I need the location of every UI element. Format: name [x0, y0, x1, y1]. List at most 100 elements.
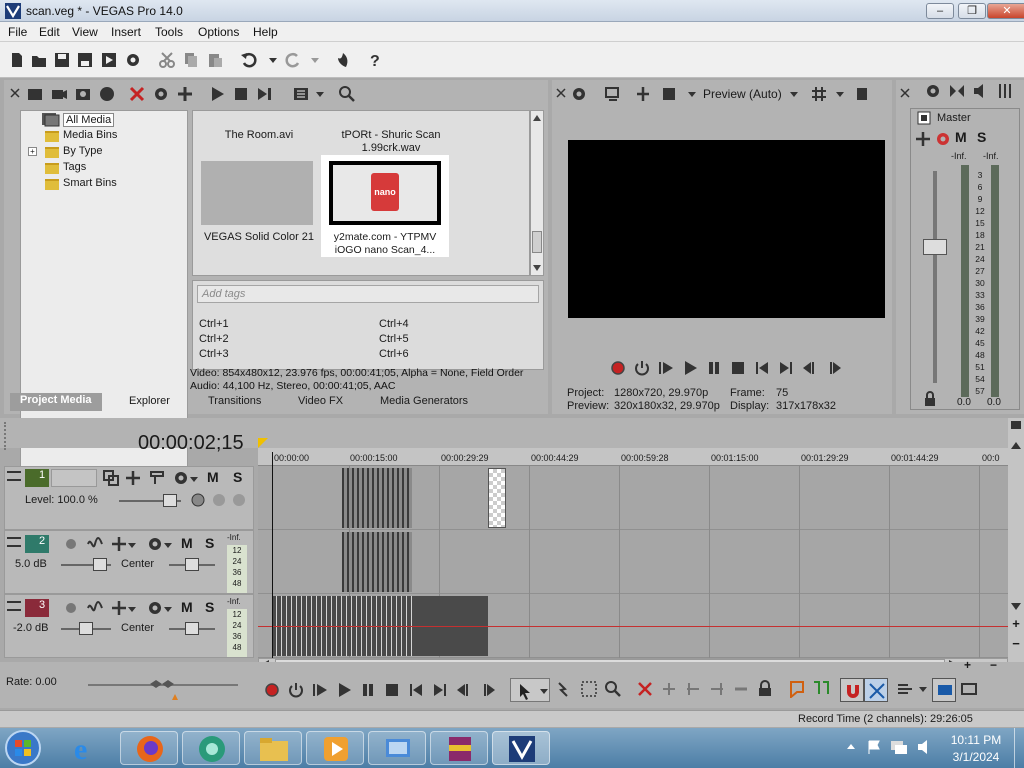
- overlays-grid-icon[interactable]: [810, 85, 828, 103]
- search-icon[interactable]: [338, 85, 356, 103]
- menu-file[interactable]: File: [8, 25, 27, 39]
- preview-properties-gear-icon[interactable]: [570, 85, 588, 103]
- tree-expand-toggle[interactable]: +: [28, 147, 37, 156]
- tab-explorer[interactable]: Explorer: [129, 395, 170, 407]
- taskbar-explorer[interactable]: [244, 731, 302, 765]
- views-dropdown-icon[interactable]: [314, 85, 326, 103]
- track-drag-handle-icon[interactable]: [7, 601, 21, 611]
- remove-media-icon[interactable]: [128, 85, 146, 103]
- zoom-out-vertical-icon[interactable]: −: [1009, 636, 1023, 651]
- tree-item-media-bins[interactable]: Media Bins: [63, 129, 117, 141]
- menu-tools[interactable]: Tools: [155, 25, 183, 39]
- undo-dropdown-icon[interactable]: [264, 51, 282, 69]
- loop-playback-icon[interactable]: [634, 360, 650, 376]
- tab-media-generators[interactable]: Media Generators: [380, 395, 468, 407]
- track-drag-handle-icon[interactable]: [7, 471, 21, 481]
- enable-snapping-icon[interactable]: [334, 51, 352, 69]
- paste-icon[interactable]: [206, 51, 224, 69]
- zoom-in-horizontal-icon[interactable]: +: [964, 658, 978, 672]
- taskbar-app-2[interactable]: [182, 731, 240, 765]
- selected-media-item[interactable]: nano y2mate.com - YTPMV iOGO nano Scan_4…: [321, 155, 449, 257]
- pause-icon[interactable]: [706, 360, 722, 376]
- zoom-tool-icon[interactable]: [604, 680, 622, 698]
- solid-color-thumbnail[interactable]: [201, 161, 313, 225]
- master-mute-button[interactable]: M: [955, 129, 967, 145]
- menu-help[interactable]: Help: [253, 25, 278, 39]
- previous-frame-icon[interactable]: [456, 682, 472, 698]
- import-media-icon[interactable]: [26, 85, 44, 103]
- play-from-start-icon[interactable]: [312, 682, 328, 698]
- go-to-end-icon[interactable]: [432, 682, 448, 698]
- go-to-start-icon[interactable]: [408, 682, 424, 698]
- timecode-display[interactable]: 00:00:02;15: [138, 432, 244, 455]
- loop-playback-icon[interactable]: [288, 682, 304, 698]
- invert-phase-icon[interactable]: [87, 536, 103, 552]
- track-3-header[interactable]: 3 M S -Inf. 12 24 36 48 -2.0 dB Center: [4, 594, 254, 658]
- panel-close-icon[interactable]: [10, 88, 20, 98]
- track-2-solo-button[interactable]: S: [205, 535, 214, 551]
- master-solo-button[interactable]: S: [977, 129, 986, 145]
- lock-icon[interactable]: [756, 680, 774, 698]
- taskbar-winrar[interactable]: [430, 731, 488, 765]
- action-center-flag-icon[interactable]: [866, 739, 882, 755]
- play-icon[interactable]: [682, 360, 698, 376]
- stop-icon[interactable]: [730, 360, 746, 376]
- ignore-event-grouping-icon[interactable]: [960, 680, 978, 698]
- quality-dropdown-icon[interactable]: [788, 85, 800, 103]
- whats-this-help-icon[interactable]: ?: [366, 51, 384, 69]
- invert-phase-icon[interactable]: [87, 600, 103, 616]
- split-screen-icon[interactable]: [634, 85, 652, 103]
- media-grid-scrollbar[interactable]: [530, 110, 544, 276]
- preview-screen[interactable]: [568, 140, 885, 318]
- transparent-clip[interactable]: [488, 468, 506, 528]
- trim-start-icon[interactable]: [684, 680, 702, 698]
- go-to-start-icon[interactable]: [754, 360, 770, 376]
- tab-project-media[interactable]: Project Media: [10, 393, 102, 411]
- cut-icon[interactable]: [158, 51, 176, 69]
- previous-frame-icon[interactable]: [802, 360, 818, 376]
- insert-region-icon[interactable]: [812, 680, 830, 698]
- ripple-edit-icon[interactable]: [896, 680, 914, 698]
- media-item-name[interactable]: VEGAS Solid Color 21: [199, 231, 319, 243]
- snapping-toggle[interactable]: [840, 678, 864, 702]
- show-hidden-icons-chevron-icon[interactable]: [846, 742, 856, 752]
- internet-explorer-icon[interactable]: e: [68, 732, 102, 764]
- redo-icon[interactable]: [284, 51, 302, 69]
- copy-icon[interactable]: [182, 51, 200, 69]
- playhead-cursor[interactable]: [272, 452, 273, 660]
- tree-item-all-media[interactable]: All Media: [63, 113, 115, 127]
- selection-tool-icon[interactable]: [580, 680, 598, 698]
- gear-dropdown-icon[interactable]: [163, 600, 173, 616]
- track-1-mute-button[interactable]: M: [207, 469, 219, 485]
- taskbar-date[interactable]: 3/1/2024: [946, 750, 1006, 764]
- fx-dropdown-icon[interactable]: [686, 85, 698, 103]
- track-fx-gear-icon[interactable]: [173, 470, 189, 486]
- undo-icon[interactable]: [240, 51, 258, 69]
- maximize-button[interactable]: ❐: [958, 3, 986, 19]
- scroll-up-icon[interactable]: [1010, 440, 1022, 452]
- save-as-icon[interactable]: [76, 51, 94, 69]
- master-fx-gear-icon[interactable]: [935, 131, 951, 147]
- lock-icon[interactable]: [923, 391, 937, 407]
- taskbar-time[interactable]: 10:11 PM: [946, 733, 1006, 747]
- tab-transitions[interactable]: Transitions: [208, 395, 261, 407]
- track-parent-motion-icon[interactable]: [189, 491, 249, 509]
- arm-record-icon[interactable]: [63, 600, 79, 616]
- track-1-name-field[interactable]: [51, 469, 97, 487]
- pan-slider-thumb[interactable]: [185, 558, 199, 571]
- tree-item-tags[interactable]: Tags: [63, 161, 86, 173]
- go-to-end-icon[interactable]: [778, 360, 794, 376]
- taskbar-media-player[interactable]: [306, 731, 364, 765]
- stop-icon[interactable]: [384, 682, 400, 698]
- media-item-name[interactable]: The Room.avi: [201, 129, 317, 141]
- track-3-solo-button[interactable]: S: [205, 599, 214, 615]
- speaker-icon[interactable]: [972, 82, 990, 100]
- video-clip-track-1[interactable]: [342, 468, 412, 528]
- ripple-dropdown-icon[interactable]: [918, 680, 928, 698]
- lock-envelopes-toggle[interactable]: [932, 678, 956, 702]
- menu-view[interactable]: View: [72, 25, 98, 39]
- track-fx-gear-icon[interactable]: [147, 536, 163, 552]
- taskbar-control-panel[interactable]: [368, 731, 426, 765]
- marker-comment-icon[interactable]: [1010, 420, 1022, 432]
- media-item-name[interactable]: tPORt - Shuric Scan 1.99crk.wav: [329, 129, 453, 155]
